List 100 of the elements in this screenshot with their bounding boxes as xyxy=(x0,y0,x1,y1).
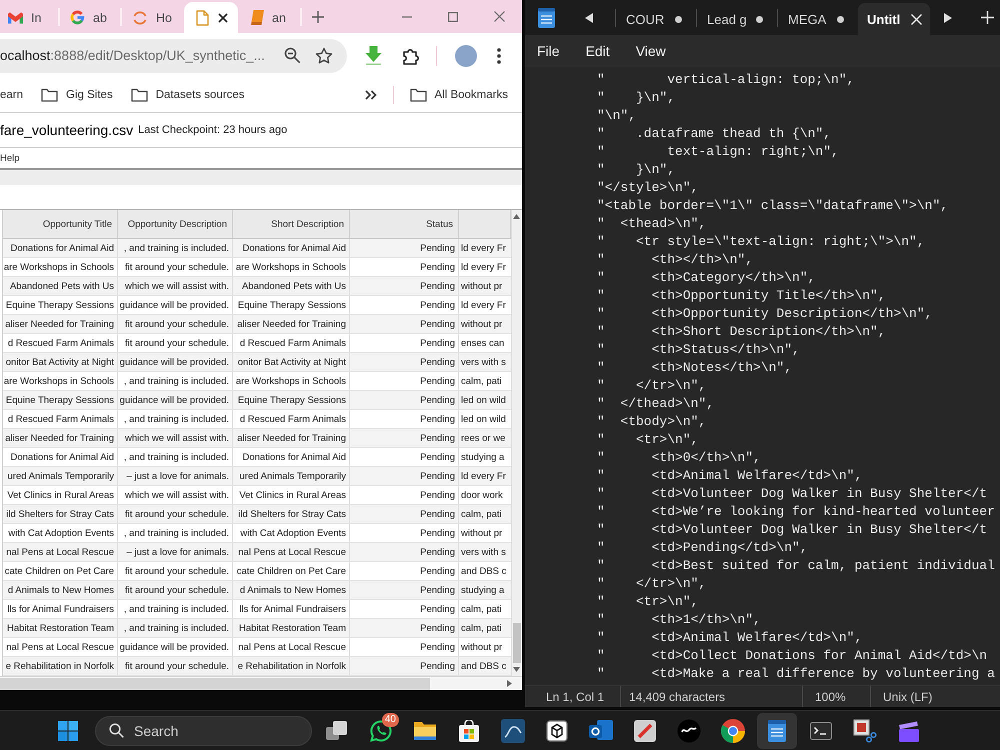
table-cell: , and training is included. xyxy=(118,410,233,428)
zoom-out-icon[interactable] xyxy=(284,47,301,64)
table-cell: lls for Animal Fundraisers xyxy=(3,600,118,618)
bookmark-item[interactable]: All Bookmarks xyxy=(410,88,508,102)
checkpoint-text: Last Checkpoint: 23 hours ago xyxy=(138,124,288,136)
table-cell: Pending xyxy=(350,239,459,257)
browser-tab[interactable]: In xyxy=(0,2,56,33)
table-cell: with Cat Adoption Events xyxy=(233,524,350,542)
editor-tab[interactable]: Lead g xyxy=(697,3,777,35)
table-cell: d Rescued Farm Animals xyxy=(233,334,350,352)
browser-tab[interactable] xyxy=(184,2,238,33)
table-cell: Equine Therapy Sessions xyxy=(233,391,350,409)
table-cell: Pending xyxy=(350,467,459,485)
status-text: Unix (LF) xyxy=(883,690,932,704)
code-line: " <td>Collect Donations for Animal Aid</td>\n xyxy=(597,647,988,665)
table-cell: d Rescued Farm Animals xyxy=(3,410,118,428)
folder-icon xyxy=(41,88,58,102)
code-line: " vertical-align: top;\n", xyxy=(597,71,854,89)
table-cell: Pending xyxy=(350,562,459,580)
table-cell: Pending xyxy=(350,372,459,390)
horizontal-scrollbar[interactable] xyxy=(0,676,522,690)
table-cell-text: led on wild xyxy=(460,412,507,426)
double-chevron-icon[interactable] xyxy=(364,90,376,100)
menu-item[interactable]: Help xyxy=(0,152,20,164)
code-line: " <th></th>\n", xyxy=(597,251,754,269)
table-cell: Pending xyxy=(350,524,459,542)
scroll-down-icon[interactable] xyxy=(513,667,520,672)
table-cell: fit around your schedule. xyxy=(118,562,233,580)
code-line: " <tr style=\"text-align: right;\">\n", xyxy=(597,233,925,251)
table-cell-text: calm, pati xyxy=(460,622,503,636)
scroll-left-icon[interactable] xyxy=(585,12,593,22)
scroll-right-icon[interactable] xyxy=(944,12,952,22)
more-icon[interactable] xyxy=(497,48,501,64)
browser-tab[interactable]: an xyxy=(242,2,298,33)
bookmark-item[interactable]: Datasets sources xyxy=(130,88,245,102)
code-line: " <th>Notes</th>\n", xyxy=(597,359,792,377)
menu-item[interactable]: Edit xyxy=(586,43,610,59)
column-header[interactable]: Short Description xyxy=(233,210,350,238)
ring-tile-icon xyxy=(589,720,613,742)
search-field[interactable]: Search xyxy=(95,716,312,746)
avatar-icon[interactable] xyxy=(455,44,477,66)
address-bar[interactable]: ocalhost:8888/edit/Desktop/UK_synthetic_... xyxy=(0,38,347,72)
table-cell: are Workshops in Schools xyxy=(3,372,118,390)
code-line: " <td>Make a real difference by volunteering a xyxy=(597,665,995,683)
code-line: " </thead>\n", xyxy=(597,395,714,413)
scrollbar-thumb[interactable] xyxy=(512,623,520,663)
status-text: 14,409 characters xyxy=(629,690,726,704)
table-cell: aliser Needed for Training xyxy=(3,315,118,333)
table-cell-text: ld every Fr xyxy=(460,260,507,274)
maximize-icon[interactable] xyxy=(448,12,458,22)
browser-tab[interactable]: ab xyxy=(62,2,118,33)
menu-item[interactable]: View xyxy=(636,43,666,59)
table-cell: lls for Animal Fundraisers xyxy=(233,600,350,618)
bag-icon xyxy=(458,720,480,742)
star-icon[interactable] xyxy=(315,46,333,64)
notebook-filename[interactable]: fare_volunteering.csv xyxy=(0,122,134,138)
scrollbar-thumb[interactable] xyxy=(0,678,430,690)
table-cell: , and training is included. xyxy=(118,372,233,390)
code-line: " }\n", xyxy=(597,89,676,107)
taskbar-button[interactable] xyxy=(757,712,797,748)
bookmark-item[interactable]: Gig Sites xyxy=(41,88,113,102)
table-cell: Pending xyxy=(350,277,459,295)
editor-tab[interactable]: COUR xyxy=(616,3,696,35)
envelope-icon xyxy=(8,12,23,24)
download-icon[interactable] xyxy=(365,46,382,65)
table-cell: Equine Therapy Sessions xyxy=(233,296,350,314)
table-cell: Pending xyxy=(350,581,459,599)
minimize-icon[interactable] xyxy=(402,16,412,18)
table-cell: Donations for Animal Aid xyxy=(233,239,350,257)
table-cell: are Workshops in Schools xyxy=(3,258,118,276)
editor-tab[interactable]: Untitl xyxy=(858,3,930,35)
scroll-up-icon[interactable] xyxy=(513,214,520,219)
table-cell-text: vers with s xyxy=(460,356,507,370)
segmented-ring-icon xyxy=(70,10,85,25)
editor-tab[interactable]: MEGA xyxy=(778,3,858,35)
table-cell: with Cat Adoption Events xyxy=(3,524,118,542)
wave-circle-icon xyxy=(677,718,701,742)
column-header[interactable]: Status xyxy=(350,210,459,238)
code-line: " .dataframe thead th {\n", xyxy=(597,125,832,143)
menu-item[interactable]: File xyxy=(537,43,560,59)
table-cell: Donations for Animal Aid xyxy=(3,448,118,466)
vertical-scrollbar[interactable] xyxy=(511,210,521,676)
table-cell: guidance will be provided. xyxy=(118,353,233,371)
table-cell-text: and DBS c xyxy=(460,564,508,578)
table-cell: ured Animals Temporarily xyxy=(3,467,118,485)
code-line: " <td>Volunteer Dog Walker in Busy Shelter</t xyxy=(597,485,988,503)
table-cell: which we will assist with. xyxy=(118,486,233,504)
start-icon[interactable] xyxy=(58,720,78,740)
code-line: " }\n", xyxy=(597,161,676,179)
code-line: "</style>\n", xyxy=(597,179,698,197)
stacked-squares-icon xyxy=(326,720,348,740)
column-header[interactable]: Opportunity Description xyxy=(118,210,233,238)
bookmark-item[interactable]: earn xyxy=(0,89,24,101)
plus-icon[interactable] xyxy=(312,10,324,22)
close-icon[interactable] xyxy=(218,12,228,22)
column-header[interactable]: Opportunity Title xyxy=(3,210,118,238)
code-line: " <th>Opportunity Title</th>\n", xyxy=(597,287,886,305)
table-cell-text: without pr xyxy=(460,640,504,654)
browser-tab[interactable]: Ho xyxy=(124,2,180,33)
puzzle-icon[interactable] xyxy=(402,46,420,64)
